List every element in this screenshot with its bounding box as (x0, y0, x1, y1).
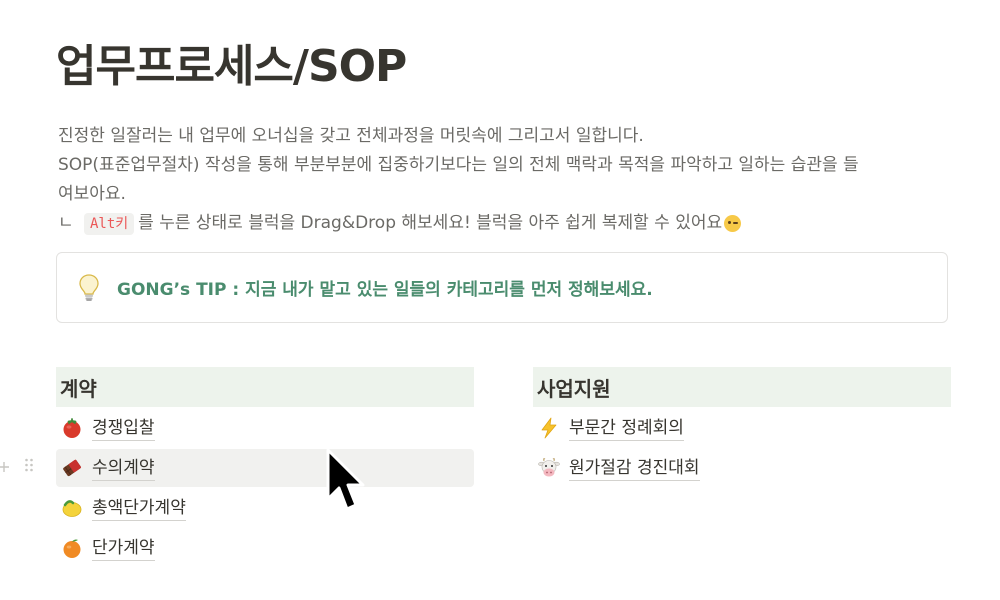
page-title[interactable]: 업무프로세스/SOP (56, 30, 407, 94)
page-description: 진정한 일잘러는 내 업무에 오너십을 갖고 전체과정을 머릿속에 그리고서 일… (58, 122, 958, 238)
drag-handle-icon[interactable] (24, 457, 34, 477)
item-label: 수의계약 (92, 456, 155, 481)
page: 업무프로세스/SOP 진정한 일잘러는 내 업무에 오너십을 갖고 전체과정을 … (0, 0, 1000, 600)
list-item-unit-price-contract[interactable]: 단가계약 (56, 529, 474, 567)
description-line-3[interactable]: 여보아요. (58, 180, 958, 209)
callout-block[interactable]: GONG’s TIP : 지금 내가 맡고 있는 일들의 카테고리를 먼저 정해… (56, 252, 948, 323)
lightning-icon (537, 416, 561, 440)
tomato-icon (60, 416, 84, 440)
item-label: 경쟁입찰 (92, 416, 155, 441)
list-item-competitive-bidding[interactable]: 경쟁입찰 (56, 409, 474, 447)
column-business-support: 사업지원 부문간 정례회의 원가절감 경진대회 (533, 367, 951, 487)
corner-arrow-text: ㄴ (58, 213, 74, 233)
list-item-cost-reduction-contest[interactable]: 원가절감 경진대회 (533, 449, 951, 487)
mouse-pointer-icon (325, 447, 367, 519)
item-label: 부문간 정례회의 (569, 416, 684, 441)
description-line-4-text: 를 누른 상태로 블럭을 Drag&Drop 해보세요! 블럭을 아주 쉽게 복… (138, 213, 723, 233)
chocolate-icon (60, 456, 84, 480)
item-label: 총액단가계약 (92, 496, 186, 521)
item-label: 단가계약 (92, 536, 155, 561)
column-header-contract[interactable]: 계약 (56, 367, 474, 407)
list-item-private-contract[interactable]: 수의계약 (0, 449, 474, 487)
block-handle[interactable] (0, 457, 34, 477)
tangerine-icon (60, 536, 84, 560)
column-contract: 계약 경쟁입찰 수의계약 총액단가계약 단가계약 (0, 367, 474, 567)
winking-face-icon (724, 215, 742, 232)
description-line-1[interactable]: 진정한 일잘러는 내 업무에 오너십을 갖고 전체과정을 머릿속에 그리고서 일… (58, 122, 958, 151)
cow-face-icon (537, 456, 561, 480)
add-block-icon[interactable] (0, 458, 10, 477)
callout-text: GONG’s TIP : 지금 내가 맡고 있는 일들의 카테고리를 먼저 정해… (117, 280, 653, 300)
description-line-4[interactable]: ㄴ Alt키 를 누른 상태로 블럭을 Drag&Drop 해보세요! 블럭을 … (58, 209, 958, 238)
column-header-business-support[interactable]: 사업지원 (533, 367, 951, 407)
description-line-2[interactable]: SOP(표준업무절차) 작성을 통해 부분부분에 집중하기보다는 일의 전체 맥… (58, 151, 958, 180)
item-label: 원가절감 경진대회 (569, 456, 700, 481)
list-item-regular-meeting[interactable]: 부문간 정례회의 (533, 409, 951, 447)
list-item-total-unit-price-contract[interactable]: 총액단가계약 (56, 489, 474, 527)
lemon-icon (60, 496, 84, 520)
inline-code-alt-key: Alt키 (84, 212, 135, 235)
lightbulb-icon (77, 273, 101, 303)
